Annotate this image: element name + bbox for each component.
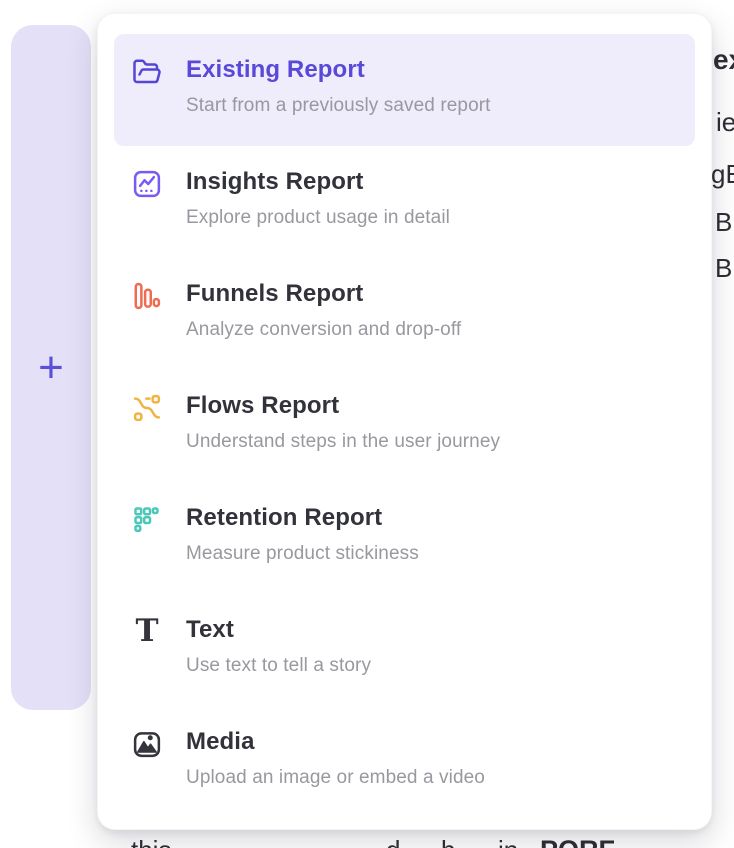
clipped-background-text: gE	[711, 159, 734, 190]
menu-item-subtitle: Understand steps in the user journey	[186, 430, 500, 453]
media-image-icon	[132, 729, 162, 759]
clipped-background-text: B	[715, 207, 732, 238]
menu-item-retention-report[interactable]: Retention Report Measure product stickin…	[114, 482, 695, 594]
menu-item-subtitle: Analyze conversion and drop-off	[186, 318, 461, 341]
board-side-rail: +	[11, 25, 91, 710]
text-icon: T	[132, 617, 162, 647]
menu-item-text[interactable]: T Text Use text to tell a story	[114, 594, 695, 706]
funnel-bars-icon	[132, 281, 162, 311]
clipped-background-text: ie	[716, 107, 734, 138]
menu-item-title: Retention Report	[186, 504, 419, 532]
menu-item-subtitle: Start from a previously saved report	[186, 94, 491, 117]
menu-item-funnels-report[interactable]: Funnels Report Analyze conversion and dr…	[114, 258, 695, 370]
clipped-bottom-text: PORF	[540, 835, 615, 848]
clipped-background-text: B	[715, 253, 732, 284]
insights-chart-icon	[132, 169, 162, 199]
menu-item-subtitle: Explore product usage in detail	[186, 206, 450, 229]
menu-item-media[interactable]: Media Upload an image or embed a video	[114, 706, 695, 818]
clipped-bottom-text: b	[441, 835, 455, 848]
screenshot-root: ex ie gE B B this d b in PORF + Existing…	[0, 0, 734, 848]
clipped-bottom-text: d	[386, 835, 400, 848]
clipped-bottom-text: in	[498, 835, 518, 848]
menu-item-title: Existing Report	[186, 56, 491, 84]
menu-item-title: Funnels Report	[186, 280, 461, 308]
add-content-button[interactable]: +	[38, 346, 64, 390]
menu-item-flows-report[interactable]: Flows Report Understand steps in the use…	[114, 370, 695, 482]
menu-item-subtitle: Measure product stickiness	[186, 542, 419, 565]
clipped-bottom-text: this	[131, 835, 171, 848]
menu-item-subtitle: Upload an image or embed a video	[186, 766, 485, 789]
flows-icon	[132, 393, 162, 423]
menu-item-subtitle: Use text to tell a story	[186, 654, 371, 677]
menu-item-existing-report[interactable]: Existing Report Start from a previously …	[114, 34, 695, 146]
folder-open-icon	[132, 57, 162, 87]
menu-item-insights-report[interactable]: Insights Report Explore product usage in…	[114, 146, 695, 258]
add-report-menu-items: Existing Report Start from a previously …	[114, 34, 695, 818]
add-report-menu: Existing Report Start from a previously …	[97, 13, 712, 830]
menu-item-title: Media	[186, 728, 485, 756]
menu-item-title: Insights Report	[186, 168, 450, 196]
retention-grid-icon	[132, 505, 162, 535]
clipped-background-text: ex	[713, 44, 734, 76]
menu-item-title: Text	[186, 616, 371, 644]
menu-item-title: Flows Report	[186, 392, 500, 420]
